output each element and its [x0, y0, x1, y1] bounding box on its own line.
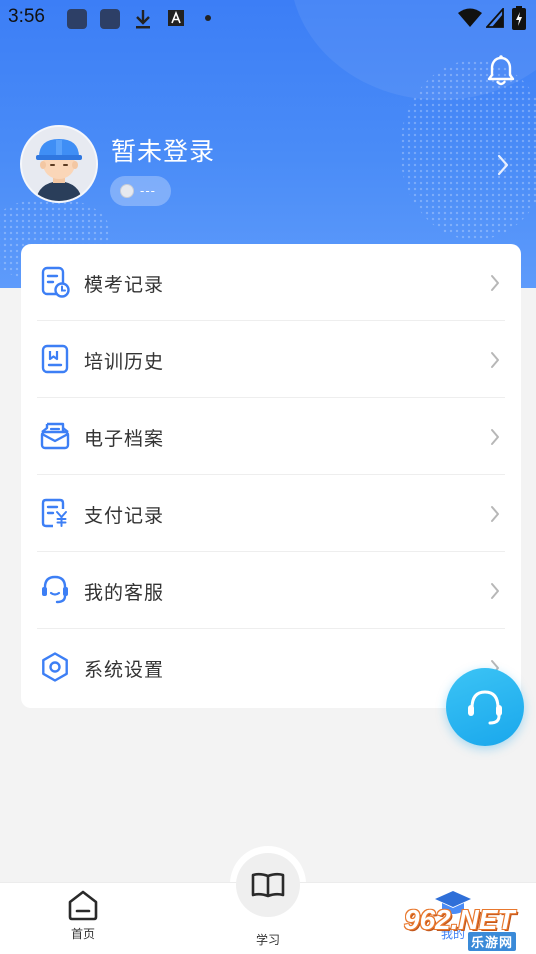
menu-item-label: 模考记录	[84, 274, 165, 296]
menu-item-label: 我的客服	[84, 582, 165, 604]
status-bar: 3:56	[0, 0, 536, 36]
payment-record-icon	[41, 498, 67, 528]
headset-icon	[468, 690, 502, 725]
badge-text: ---	[140, 184, 156, 198]
wifi-icon	[458, 8, 482, 27]
username[interactable]: 暂未登录	[111, 132, 215, 168]
notification-app-icon	[67, 9, 87, 29]
nav-study-button[interactable]	[236, 853, 300, 917]
nav-home-label: 首页	[70, 927, 95, 941]
status-time: 3:56	[8, 6, 45, 27]
exam-record-icon	[41, 266, 70, 298]
nav-home[interactable]: 首页	[60, 889, 106, 942]
download-icon	[136, 10, 150, 29]
menu-item-label: 电子档案	[84, 428, 165, 450]
chevron-right-icon	[491, 506, 499, 522]
chevron-right-icon	[491, 429, 499, 445]
nav-study-label[interactable]: 学习	[250, 931, 286, 948]
menu-item-label: 系统设置	[84, 659, 165, 681]
customer-service-icon	[42, 575, 68, 604]
home-icon	[68, 890, 98, 921]
menu-item-label: 支付记录	[84, 505, 165, 527]
cellular-signal-icon	[486, 8, 504, 28]
menu-item-exam-record[interactable]: 模考记录	[21, 244, 521, 321]
site-watermark: 962.NET 乐游网	[398, 904, 530, 951]
chevron-right-icon	[491, 275, 499, 291]
avatar[interactable]	[20, 125, 98, 203]
menu-item-payment-record[interactable]: 支付记录	[21, 475, 521, 552]
watermark-subtitle: 乐游网	[468, 932, 517, 951]
more-notifications-dot	[205, 15, 211, 21]
notification-bell-icon[interactable]	[486, 54, 516, 88]
settings-icon	[42, 652, 68, 682]
menu-item-customer-service[interactable]: 我的客服	[21, 552, 521, 629]
badge-medal-icon	[120, 184, 134, 198]
menu-card: 模考记录 培训历史 电子档案 支付记录 我的客服 系统设置	[21, 244, 521, 708]
font-a-icon	[168, 10, 184, 26]
battery-charging-icon	[512, 6, 526, 30]
e-archive-icon	[40, 422, 70, 450]
chevron-right-icon	[491, 583, 499, 599]
notification-app-icon	[100, 9, 120, 29]
chevron-right-icon[interactable]	[496, 154, 510, 176]
book-icon	[251, 872, 285, 898]
menu-item-e-archive[interactable]: 电子档案	[21, 398, 521, 475]
status-badge: ---	[110, 176, 171, 206]
training-history-icon	[41, 344, 69, 374]
floating-service-button[interactable]	[446, 668, 524, 746]
chevron-right-icon	[491, 352, 499, 368]
menu-item-training-history[interactable]: 培训历史	[21, 321, 521, 398]
menu-item-label: 培训历史	[84, 351, 165, 373]
worker-avatar-icon	[22, 127, 96, 201]
